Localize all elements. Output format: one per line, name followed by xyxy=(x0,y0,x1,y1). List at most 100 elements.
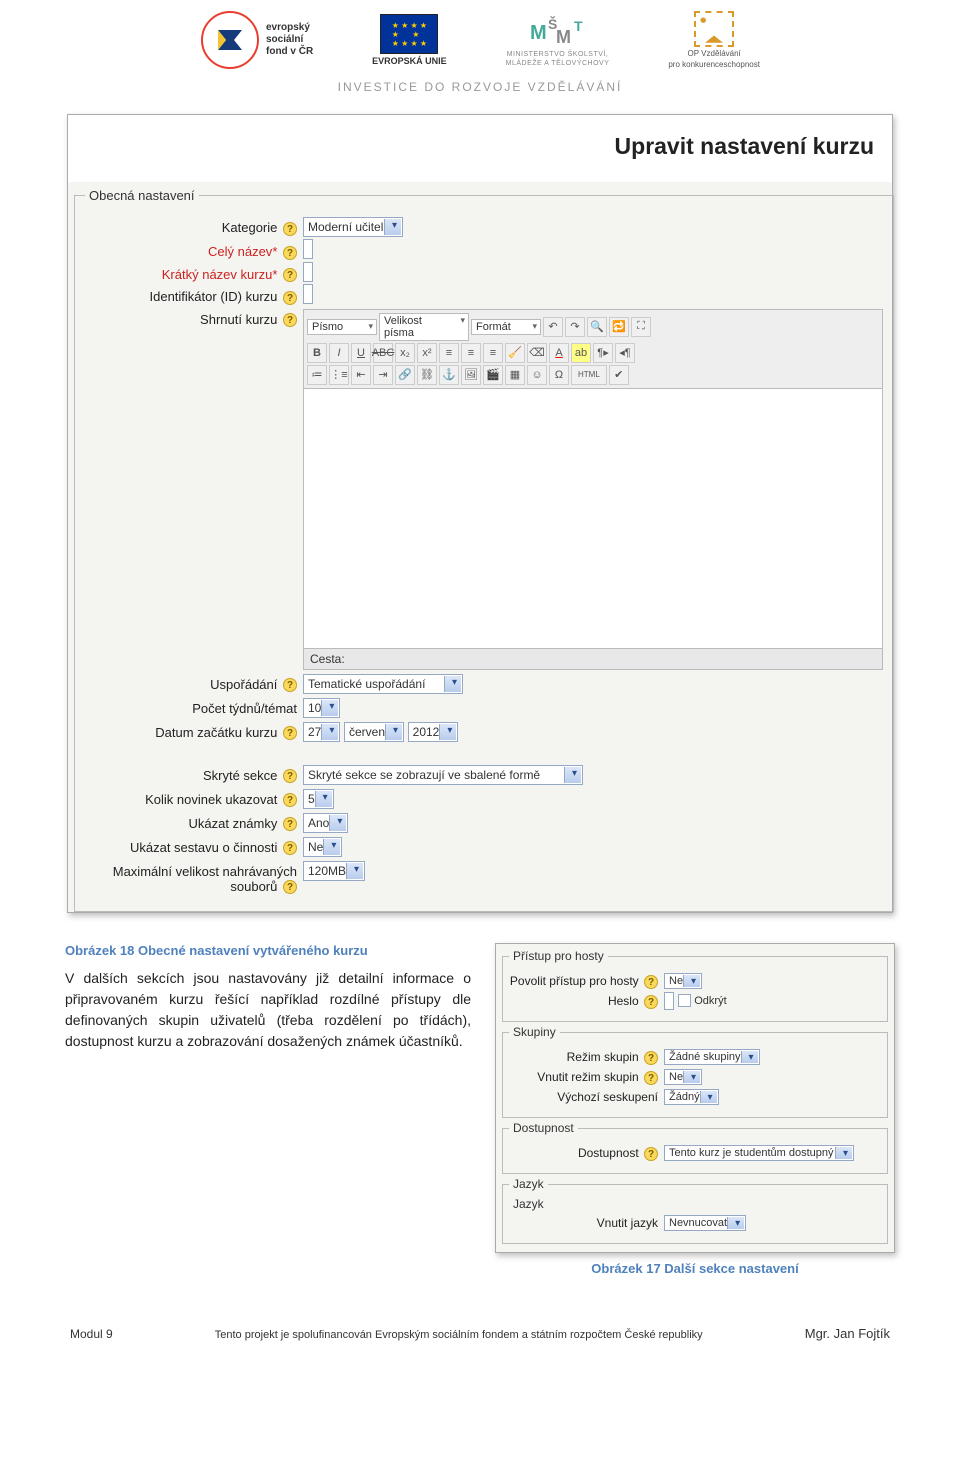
select-mesic[interactable]: červen xyxy=(344,722,404,742)
ol-icon[interactable]: ≔ xyxy=(307,365,327,385)
select-vnutit-rezim[interactable]: Ne xyxy=(664,1069,702,1085)
replace-icon[interactable]: 🔁 xyxy=(609,317,629,337)
select-dostupnost[interactable]: Tento kurz je studentům dostupný xyxy=(664,1145,854,1161)
strike-icon[interactable]: ABC xyxy=(373,343,393,363)
label-cinnost: Ukázat sestavu o činnosti ? xyxy=(85,836,303,856)
svg-text:M: M xyxy=(530,22,547,44)
page-footer: Modul 9 Tento projekt je spolufinancován… xyxy=(0,1296,960,1361)
bg-color-icon[interactable]: ab xyxy=(571,343,591,363)
help-icon[interactable]: ? xyxy=(283,313,297,327)
select-cinnost[interactable]: Ne xyxy=(303,837,342,857)
input-kratky-nazev[interactable] xyxy=(303,262,313,282)
help-icon[interactable]: ? xyxy=(283,246,297,260)
emoticon-icon[interactable]: ☺ xyxy=(527,365,547,385)
toolbar-font-select[interactable]: Písmo xyxy=(307,319,377,335)
logo-msmt: M Š M T MINISTERSTVO ŠKOLSTVÍ, MLÁDEŽE A… xyxy=(506,13,610,67)
msmt-icon: M Š M T xyxy=(528,13,588,49)
label-rezim-skupin: Režim skupin ? xyxy=(509,1047,664,1065)
help-icon[interactable]: ? xyxy=(644,1051,658,1065)
select-znamky[interactable]: Ano xyxy=(303,813,348,833)
label-dostupnost: Dostupnost ? xyxy=(509,1143,664,1161)
table-icon[interactable]: ▦ xyxy=(505,365,525,385)
char-icon[interactable]: Ω xyxy=(549,365,569,385)
remove-format-icon[interactable]: ⌫ xyxy=(527,343,547,363)
link-icon[interactable]: 🔗 xyxy=(395,365,415,385)
label-povolit-pristup: Povolit přístup pro hosty ? xyxy=(509,971,664,989)
help-icon[interactable]: ? xyxy=(283,291,297,305)
align-right-icon[interactable]: ≡ xyxy=(483,343,503,363)
esf-text-2: sociální xyxy=(266,34,313,46)
label-vnutit-rezim: Vnutit režim skupin ? xyxy=(509,1067,664,1085)
indent-icon[interactable]: ⇥ xyxy=(373,365,393,385)
select-usporadani[interactable]: Tematické uspořádání xyxy=(303,674,463,694)
rtl-icon[interactable]: ◂¶ xyxy=(615,343,635,363)
help-icon[interactable]: ? xyxy=(283,817,297,831)
select-pocet-tydnu[interactable]: 10 xyxy=(303,698,340,718)
help-icon[interactable]: ? xyxy=(283,268,297,282)
fullscreen-icon[interactable]: ⛶ xyxy=(631,317,651,337)
help-icon[interactable]: ? xyxy=(644,1071,658,1085)
help-icon[interactable]: ? xyxy=(644,1147,658,1161)
msmt-text-2: MLÁDEŽE A TĚLOVÝCHOVY xyxy=(506,60,610,67)
select-vychozi-seskupeni[interactable]: Žádný xyxy=(664,1089,719,1105)
select-max-velikost[interactable]: 120MB xyxy=(303,861,365,881)
help-icon[interactable]: ? xyxy=(644,975,658,989)
undo-icon[interactable]: ↶ xyxy=(543,317,563,337)
help-icon[interactable]: ? xyxy=(283,880,297,894)
redo-icon[interactable]: ↷ xyxy=(565,317,585,337)
select-novinky[interactable]: 5 xyxy=(303,789,334,809)
select-kategorie[interactable]: Moderní učitel xyxy=(303,217,403,237)
help-icon[interactable]: ? xyxy=(283,222,297,236)
sup-icon[interactable]: x² xyxy=(417,343,437,363)
help-icon[interactable]: ? xyxy=(283,793,297,807)
select-den[interactable]: 27 xyxy=(303,722,340,742)
toolbar-format-select[interactable]: Formát xyxy=(471,319,541,335)
text-color-icon[interactable]: A xyxy=(549,343,569,363)
html-icon[interactable]: HTML xyxy=(571,365,607,385)
anchor-icon[interactable]: ⚓ xyxy=(439,365,459,385)
image-icon[interactable]: 🖼 xyxy=(461,365,481,385)
select-rok[interactable]: 2012 xyxy=(408,722,459,742)
media-icon[interactable]: 🎬 xyxy=(483,365,503,385)
ul-icon[interactable]: ⋮≡ xyxy=(329,365,349,385)
input-heslo[interactable] xyxy=(664,992,674,1010)
italic-icon[interactable]: I xyxy=(329,343,349,363)
align-left-icon[interactable]: ≡ xyxy=(439,343,459,363)
clean-icon[interactable]: 🧹 xyxy=(505,343,525,363)
label-kategorie: Kategorie ? xyxy=(85,216,303,236)
select-rezim-skupin[interactable]: Žádné skupiny xyxy=(664,1049,760,1065)
main-screenshot: Upravit nastavení kurzu Obecná nastavení… xyxy=(67,114,893,913)
header-logos: evropský sociální fond v ČR ★ ★ ★ ★★ ★★ … xyxy=(200,10,760,70)
header-tagline: INVESTICE DO ROZVOJE VZDĚLÁVÁNÍ xyxy=(0,80,960,94)
bold-icon[interactable]: B xyxy=(307,343,327,363)
input-cely-nazev[interactable] xyxy=(303,239,313,259)
logo-eu: ★ ★ ★ ★★ ★★ ★ ★ ★ EVROPSKÁ UNIE xyxy=(372,14,447,66)
label-kratky-nazev: Krátký název kurzu* ? xyxy=(85,263,303,283)
help-icon[interactable]: ? xyxy=(644,995,658,1009)
editor-body[interactable] xyxy=(303,389,883,649)
help-icon[interactable]: ? xyxy=(283,678,297,692)
op-text-2: pro konkurenceschopnost xyxy=(668,60,760,69)
select-skryte-sekce[interactable]: Skryté sekce se zobrazují ve sbalené for… xyxy=(303,765,583,785)
label-id-kurzu: Identifikátor (ID) kurzu ? xyxy=(85,285,303,305)
select-vnutit-jazyk[interactable]: Nevnucovat xyxy=(664,1215,746,1231)
select-povolit-pristup[interactable]: Ne xyxy=(664,973,702,989)
toolbar-size-select[interactable]: Velikost písma xyxy=(379,313,469,341)
underline-icon[interactable]: U xyxy=(351,343,371,363)
spellcheck-icon[interactable]: ✔ xyxy=(609,365,629,385)
unlink-icon[interactable]: ⛓ xyxy=(417,365,437,385)
help-icon[interactable]: ? xyxy=(283,726,297,740)
legend-skupiny: Skupiny xyxy=(509,1025,560,1039)
checkbox-odkryt[interactable] xyxy=(678,994,691,1007)
ltr-icon[interactable]: ¶▸ xyxy=(593,343,613,363)
footer-mid: Tento projekt je spolufinancován Evropsk… xyxy=(113,1329,805,1341)
label-novinky: Kolik novinek ukazovat ? xyxy=(85,788,303,808)
align-center-icon[interactable]: ≡ xyxy=(461,343,481,363)
help-icon[interactable]: ? xyxy=(283,841,297,855)
outdent-icon[interactable]: ⇤ xyxy=(351,365,371,385)
help-icon[interactable]: ? xyxy=(283,769,297,783)
fieldset-skupiny: Skupiny Režim skupin ? Žádné skupiny Vnu… xyxy=(502,1025,888,1118)
input-id-kurzu[interactable] xyxy=(303,284,313,304)
sub-icon[interactable]: x₂ xyxy=(395,343,415,363)
find-icon[interactable]: 🔍 xyxy=(587,317,607,337)
